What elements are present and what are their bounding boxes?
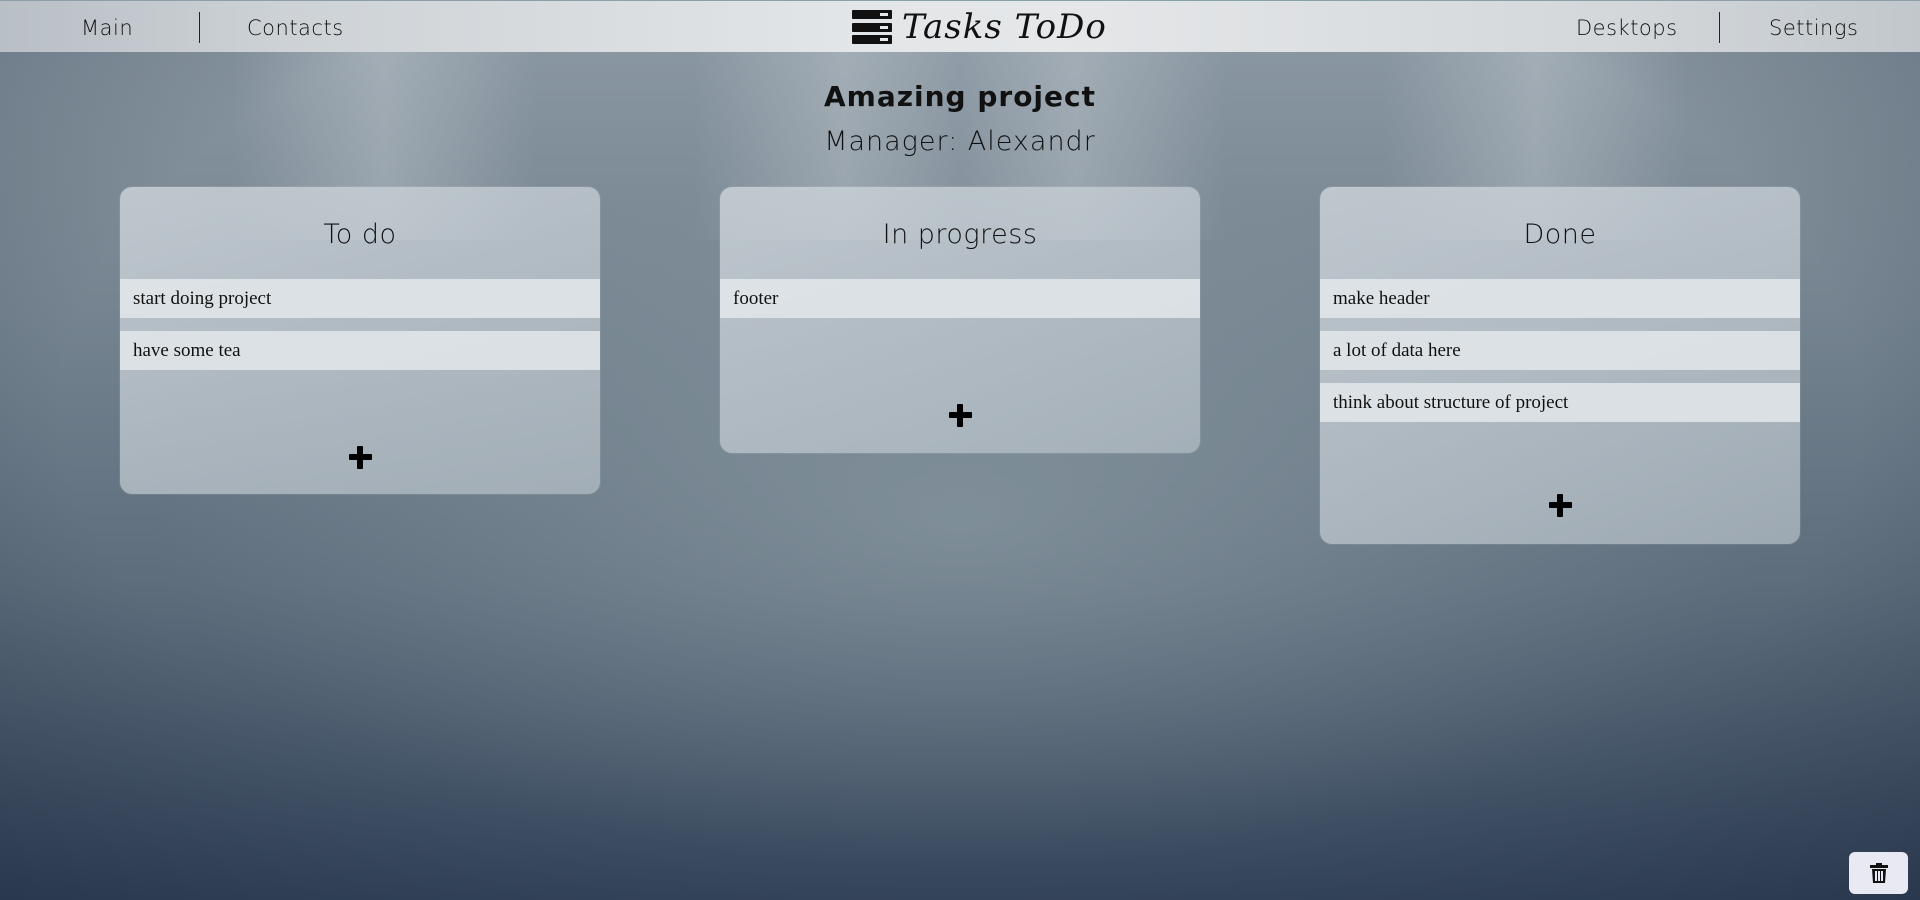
task-card[interactable]: think about structure of project <box>1320 383 1800 422</box>
stacked-list-icon <box>852 10 892 44</box>
column-todo: To do start doing project have some tea <box>120 187 600 494</box>
add-task-button[interactable] <box>940 395 980 435</box>
nav-divider <box>1719 12 1720 43</box>
task-card[interactable]: footer <box>720 279 1200 318</box>
column-in-progress: In progress footer <box>720 187 1200 453</box>
logo-text: Tasks ToDo <box>902 7 1107 47</box>
trash-icon <box>1869 863 1888 883</box>
app-logo[interactable]: Tasks ToDo <box>852 7 1107 47</box>
task-card[interactable]: a lot of data here <box>1320 331 1800 370</box>
nav-divider <box>199 12 200 43</box>
delete-button[interactable] <box>1849 852 1908 894</box>
nav-main-link[interactable]: Main <box>81 1 133 53</box>
column-title: In progress <box>882 219 1038 250</box>
project-title: Amazing project <box>823 80 1097 113</box>
nav-desktops-link[interactable]: Desktops <box>1576 1 1678 53</box>
task-card[interactable]: start doing project <box>120 279 600 318</box>
project-manager: Manager: Alexandr <box>824 126 1096 157</box>
task-card[interactable]: make header <box>1320 279 1800 318</box>
add-task-button[interactable] <box>340 437 380 477</box>
nav-settings-link[interactable]: Settings <box>1769 1 1858 53</box>
column-title: Done <box>1523 219 1597 250</box>
top-navbar: Main Contacts Tasks ToDo Desktops Settin… <box>0 0 1920 52</box>
add-task-button[interactable] <box>1540 485 1580 525</box>
nav-contacts-link[interactable]: Contacts <box>247 1 344 53</box>
task-card[interactable]: have some tea <box>120 331 600 370</box>
column-done: Done make header a lot of data here thin… <box>1320 187 1800 544</box>
column-title: To do <box>323 219 397 250</box>
